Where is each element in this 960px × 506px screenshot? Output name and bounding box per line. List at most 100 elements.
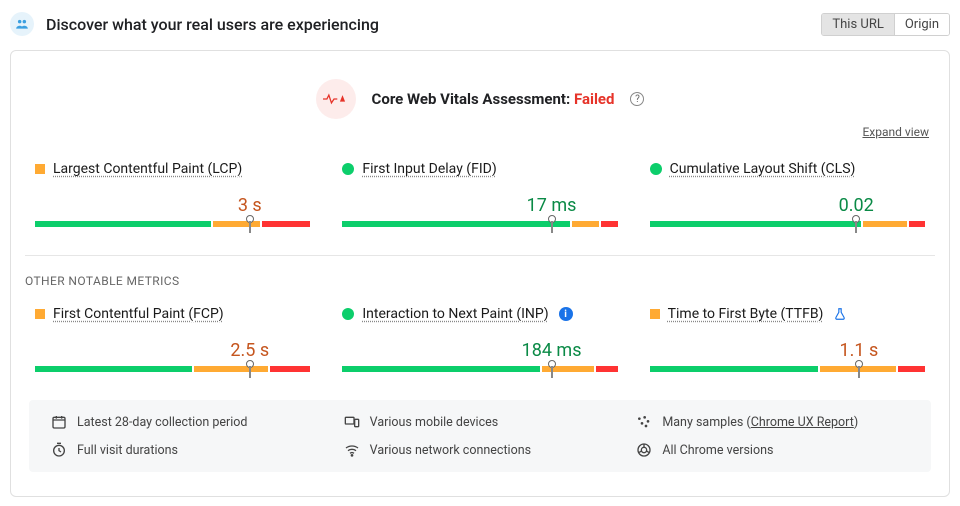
- metric-head: Cumulative Layout Shift (CLS): [650, 161, 925, 177]
- users-icon: [10, 12, 34, 36]
- bar-segment: [342, 221, 570, 227]
- metric-name[interactable]: First Input Delay (FID): [362, 161, 496, 177]
- rating-dot: [35, 309, 45, 319]
- footer-period: Latest 28-day collection period: [51, 414, 324, 430]
- bar-segment: [863, 221, 906, 227]
- header-left: Discover what your real users are experi…: [10, 12, 379, 36]
- distribution-bar: [650, 221, 925, 227]
- bar-segment: [35, 366, 192, 372]
- metric-lcp: Largest Contentful Paint (LCP) 3 s: [35, 161, 310, 227]
- footer-samples-prefix: Many samples (: [662, 415, 750, 430]
- metric-name[interactable]: Cumulative Layout Shift (CLS): [670, 161, 856, 177]
- metric-head: First Contentful Paint (FCP): [35, 306, 310, 322]
- metric-value-row: 0.02: [650, 195, 925, 219]
- metric-inp: Interaction to Next Paint (INP) i 184 ms: [342, 306, 617, 372]
- footer-devices: Various mobile devices: [344, 414, 617, 430]
- percentile-marker: [551, 215, 553, 233]
- bar-segment: [342, 366, 540, 372]
- metric-value: 17 ms: [527, 195, 577, 216]
- bar-segment: [909, 221, 925, 227]
- primary-metrics: Largest Contentful Paint (LCP) 3 s First I…: [25, 161, 935, 227]
- metric-name[interactable]: First Contentful Paint (FCP): [53, 306, 224, 322]
- metric-ttfb: Time to First Byte (TTFB) 1.1 s: [650, 306, 925, 372]
- metric-value-row: 3 s: [35, 195, 310, 219]
- calendar-icon: [51, 414, 67, 430]
- footer-period-text: Latest 28-day collection period: [77, 415, 247, 430]
- metric-value: 0.02: [839, 195, 874, 216]
- distribution-bar: [342, 221, 617, 227]
- bar-segment: [213, 221, 259, 227]
- other-metrics-label: OTHER NOTABLE METRICS: [25, 274, 935, 288]
- assessment-row: Core Web Vitals Assessment: Failed ?: [25, 79, 935, 119]
- metric-head: Time to First Byte (TTFB): [650, 306, 925, 322]
- metric-value-row: 1.1 s: [650, 340, 925, 364]
- scope-origin[interactable]: Origin: [894, 14, 949, 35]
- metric-value-row: 17 ms: [342, 195, 617, 219]
- rating-dot: [342, 308, 354, 320]
- rating-dot: [650, 163, 662, 175]
- footer-versions-text: All Chrome versions: [662, 443, 773, 458]
- metric-name[interactable]: Time to First Byte (TTFB): [668, 306, 824, 322]
- vitals-fail-icon: [316, 79, 356, 119]
- methodology-footer: Latest 28-day collection period Various …: [29, 400, 931, 472]
- footer-samples-suffix: ): [854, 415, 858, 430]
- chrome-icon: [636, 442, 652, 458]
- metric-head: First Input Delay (FID): [342, 161, 617, 177]
- percentile-marker: [858, 360, 860, 378]
- scatter-icon: [636, 414, 652, 430]
- page-title: Discover what your real users are experi…: [46, 15, 379, 34]
- assessment-status: Failed: [574, 90, 615, 108]
- rating-dot: [342, 163, 354, 175]
- metric-cls: Cumulative Layout Shift (CLS) 0.02: [650, 161, 925, 227]
- metric-fid: First Input Delay (FID) 17 ms: [342, 161, 617, 227]
- rating-dot: [650, 309, 660, 319]
- assessment-text: Core Web Vitals Assessment: Failed: [372, 90, 615, 108]
- metric-fcp: First Contentful Paint (FCP) 2.5 s: [35, 306, 310, 372]
- footer-durations-text: Full visit durations: [77, 443, 178, 458]
- help-icon[interactable]: ?: [630, 92, 644, 106]
- expand-view-link[interactable]: Expand view: [25, 125, 929, 139]
- percentile-marker: [551, 360, 553, 378]
- page-header: Discover what your real users are experi…: [10, 12, 950, 36]
- metric-head: Largest Contentful Paint (LCP): [35, 161, 310, 177]
- footer-devices-text: Various mobile devices: [370, 415, 499, 430]
- distribution-bar: [35, 366, 310, 372]
- bar-segment: [898, 366, 925, 372]
- metric-name[interactable]: Largest Contentful Paint (LCP): [53, 161, 242, 177]
- metric-value: 3 s: [238, 195, 262, 216]
- experimental-icon[interactable]: [833, 307, 847, 321]
- stopwatch-icon: [51, 442, 67, 458]
- bar-segment: [262, 221, 311, 227]
- metric-name[interactable]: Interaction to Next Paint (INP): [362, 306, 548, 322]
- footer-samples: Many samples (Chrome UX Report): [636, 414, 909, 430]
- wifi-icon: [344, 442, 360, 458]
- bar-segment: [650, 366, 818, 372]
- crux-report-link[interactable]: Chrome UX Report: [751, 415, 854, 430]
- footer-durations: Full visit durations: [51, 442, 324, 458]
- info-icon[interactable]: i: [559, 307, 573, 321]
- metric-value: 2.5 s: [230, 340, 269, 361]
- metric-head: Interaction to Next Paint (INP) i: [342, 306, 617, 322]
- other-metrics: First Contentful Paint (FCP) 2.5 s Interac…: [25, 306, 935, 372]
- footer-networks-text: Various network connections: [370, 443, 531, 458]
- bar-segment: [601, 221, 617, 227]
- bar-segment: [572, 221, 599, 227]
- bar-segment: [650, 221, 862, 227]
- metric-value-row: 184 ms: [342, 340, 617, 364]
- percentile-marker: [249, 360, 251, 378]
- percentile-marker: [249, 215, 251, 233]
- section-divider: [25, 255, 935, 256]
- metric-value: 184 ms: [522, 340, 582, 361]
- scope-this-url[interactable]: This URL: [822, 14, 893, 35]
- metric-value-row: 2.5 s: [35, 340, 310, 364]
- rating-dot: [35, 164, 45, 174]
- distribution-bar: [342, 366, 617, 372]
- footer-networks: Various network connections: [344, 442, 617, 458]
- bar-segment: [194, 366, 267, 372]
- percentile-marker: [855, 215, 857, 233]
- bar-segment: [270, 366, 311, 372]
- distribution-bar: [650, 366, 925, 372]
- bar-segment: [35, 221, 211, 227]
- devices-icon: [344, 414, 360, 430]
- assessment-label: Core Web Vitals Assessment:: [372, 90, 574, 108]
